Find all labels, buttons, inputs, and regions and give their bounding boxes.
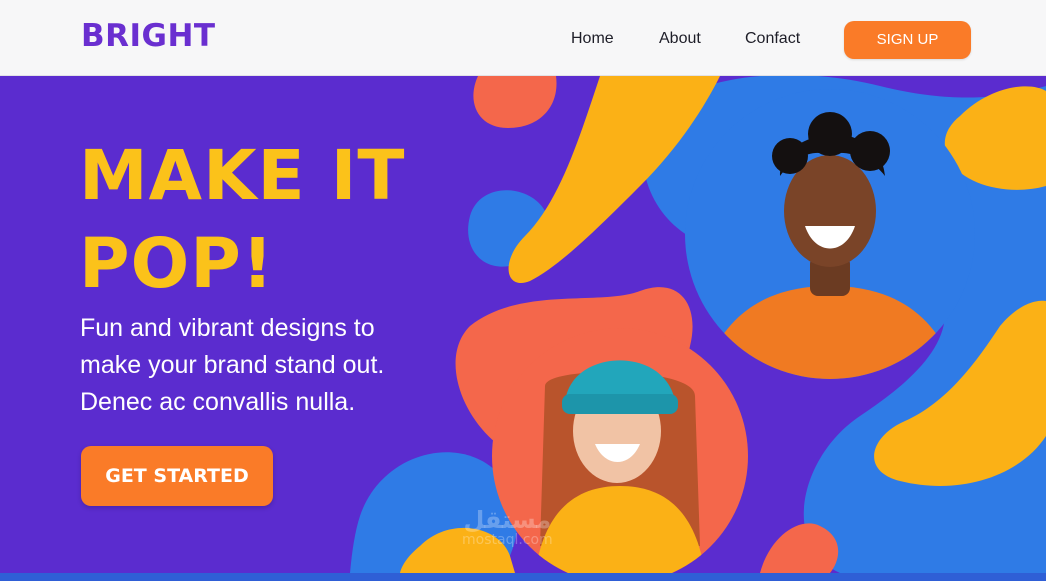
watermark: مستقل mostaql.com [462,506,553,548]
hero-subtitle-line-2: make your brand stand out. [80,351,385,379]
hero-title-line-1: MAKE IT [79,136,406,216]
coral-blob-top [473,76,557,128]
top-navbar: BRIGHT Home About Confact SIGN UP [0,0,1046,76]
nav-link-home[interactable]: Home [571,30,614,48]
watermark-arabic: مستقل [463,506,552,534]
bottom-strip [0,573,1046,581]
brand-logo[interactable]: BRIGHT [81,18,216,54]
hero-title-line-2: POP! [79,224,275,304]
hero-section: MAKE IT POP! Fun and vibrant designs to … [0,76,1046,573]
get-started-button[interactable]: GET STARTED [81,446,273,506]
nav-link-contact[interactable]: Confact [745,30,800,48]
watermark-latin: mostaql.com [462,532,553,548]
sign-up-button[interactable]: SIGN UP [844,21,971,59]
hero-title: MAKE IT POP! [79,132,405,308]
hero-subtitle-line-3: Denec ac convallis nulla. [80,388,356,416]
coral-blob-bottom-right [760,523,839,573]
hero-subtitle: Fun and vibrant designs to make your bra… [80,310,450,421]
hero-subtitle-line-1: Fun and vibrant designs to [80,314,375,342]
nav-link-about[interactable]: About [659,30,701,48]
